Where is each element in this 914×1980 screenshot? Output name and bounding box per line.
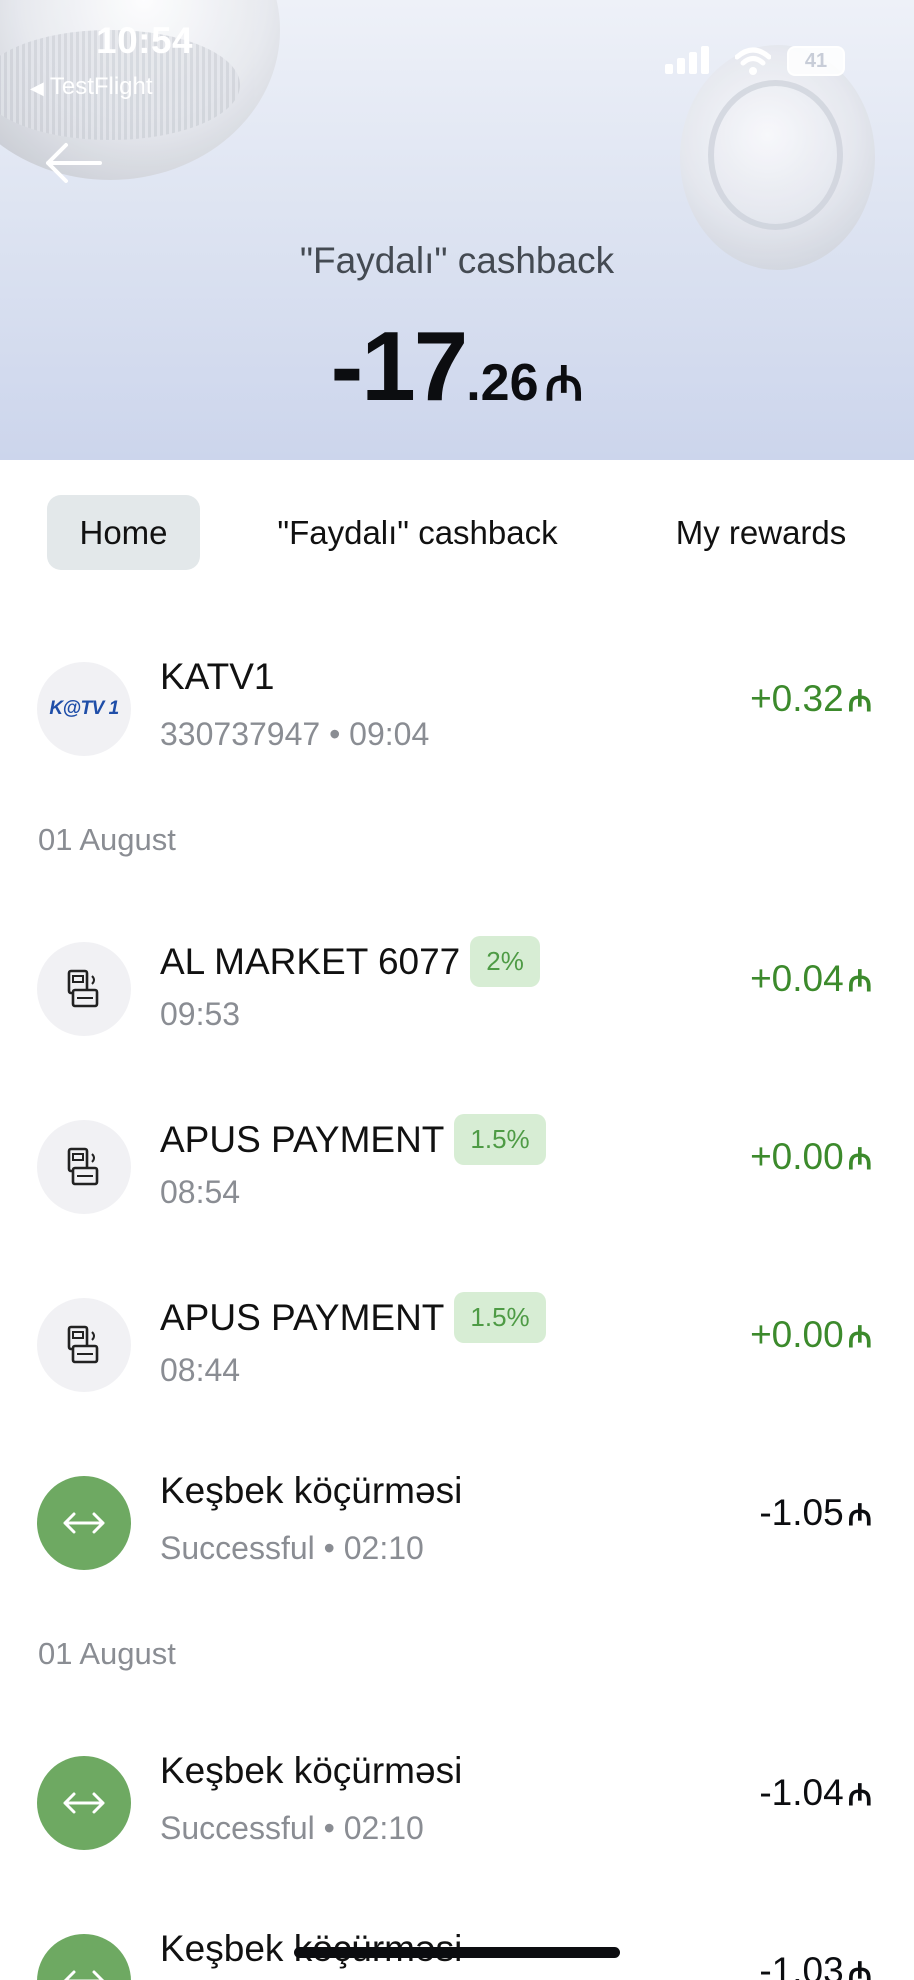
transaction-row[interactable]: K@TV 1 KATV1 330737947 • 09:04 +0.32 ₼	[0, 648, 914, 768]
pos-terminal-icon	[67, 1147, 99, 1186]
merchant-avatar	[37, 942, 131, 1036]
amount-value: +0.00	[750, 1136, 844, 1177]
merchant-avatar: K@TV 1	[37, 662, 131, 756]
date-label: 01 August	[38, 822, 176, 857]
coin-decoration-right	[680, 45, 875, 270]
transaction-title: APUS PAYMENT 1.5%	[160, 1292, 546, 1343]
transaction-title-text: APUS PAYMENT	[160, 1119, 445, 1160]
transaction-row[interactable]: Keşbek köçürməsi Successful • 02:10 -1.0…	[0, 1742, 914, 1862]
katv-logo: K@TV 1	[49, 698, 119, 719]
transaction-subtitle: Successful • 02:10	[160, 1810, 424, 1846]
transaction-subtitle: 330737947 • 09:04	[160, 716, 430, 752]
transaction-amount: +0.32 ₼	[750, 678, 872, 720]
transaction-subtitle: 08:44	[160, 1352, 241, 1388]
cashback-percent-badge: 1.5%	[454, 1292, 546, 1343]
cashback-balance: -17.26 ₼	[0, 310, 914, 423]
transaction-title-text: AL MARKET 6077	[160, 941, 461, 982]
manat-currency-icon: ₼	[847, 1499, 872, 1532]
transaction-row[interactable]: APUS PAYMENT 1.5% 08:44 +0.00 ₼	[0, 1284, 914, 1404]
amount-value: +0.04	[750, 958, 844, 999]
balance-decimal: .26	[466, 354, 539, 412]
manat-currency-icon: ₼	[847, 1321, 872, 1354]
amount-value: +0.32	[750, 678, 844, 719]
pos-terminal-icon	[67, 969, 99, 1008]
transaction-title-text: APUS PAYMENT	[160, 1297, 445, 1338]
transaction-row[interactable]: Keşbek köçürməsi Successful • 02:10 -1.0…	[0, 1462, 914, 1582]
manat-currency-icon: ₼	[847, 1779, 872, 1812]
cellular-signal-icon	[665, 44, 715, 78]
page-title: "Faydalı" cashback	[299, 240, 615, 281]
balance-integer: -17	[330, 311, 469, 421]
tab-bar: Home "Faydalı" cashback My rewards	[0, 495, 914, 570]
status-back-to-app[interactable]: ◀ TestFlight	[30, 73, 153, 101]
manat-currency-icon: ₼	[847, 1957, 872, 1980]
cashback-percent-badge: 1.5%	[454, 1114, 546, 1165]
transfer-avatar	[37, 1934, 131, 1980]
transfer-avatar	[37, 1476, 131, 1570]
transaction-row[interactable]: AL MARKET 6077 2% 09:53 +0.04 ₼	[0, 928, 914, 1048]
amount-value: -1.04	[759, 1772, 844, 1813]
transaction-subtitle: Successful • 02:10	[160, 1530, 424, 1566]
transaction-amount: +0.04 ₼	[750, 958, 872, 1000]
transaction-amount: +0.00 ₼	[750, 1314, 872, 1356]
transaction-title: Keşbek köçürməsi	[160, 1470, 463, 1511]
transaction-amount: -1.05 ₼	[759, 1492, 872, 1534]
back-triangle-icon: ◀	[30, 78, 44, 98]
status-time: 10:54	[96, 20, 194, 61]
transfer-arrows-icon	[63, 1512, 105, 1534]
manat-currency-icon: ₼	[847, 685, 872, 718]
manat-currency-icon: ₼	[544, 358, 584, 411]
date-label: 01 August	[38, 1636, 176, 1671]
merchant-avatar	[37, 1120, 131, 1214]
amount-value: -1.05	[759, 1492, 844, 1533]
transfer-avatar	[37, 1756, 131, 1850]
status-back-app-label: TestFlight	[49, 73, 153, 100]
transaction-title: Keşbek köçürməsi	[160, 1750, 463, 1791]
manat-currency-icon: ₼	[847, 965, 872, 998]
transfer-arrows-icon	[63, 1970, 105, 1980]
amount-value: +0.00	[750, 1314, 844, 1355]
back-arrow-icon[interactable]	[42, 140, 104, 186]
tab-home[interactable]: Home	[47, 495, 200, 570]
transaction-amount: +0.00 ₼	[750, 1136, 872, 1178]
pos-terminal-icon	[67, 1325, 99, 1364]
manat-currency-icon: ₼	[847, 1143, 872, 1176]
transaction-amount: -1.04 ₼	[759, 1772, 872, 1814]
home-indicator[interactable]	[294, 1947, 620, 1958]
transaction-subtitle: 08:54	[160, 1174, 241, 1210]
transaction-title: APUS PAYMENT 1.5%	[160, 1114, 546, 1165]
transaction-title: KATV1	[160, 656, 275, 697]
battery-icon: 41	[787, 46, 845, 76]
amount-value: -1.03	[759, 1950, 844, 1980]
tab-my-rewards[interactable]: My rewards	[650, 495, 872, 570]
cashback-header: 10:54 ◀ TestFlight 41 "Faydalı" cashback …	[0, 0, 914, 460]
cashback-percent-badge: 2%	[470, 936, 540, 987]
transaction-subtitle: 09:53	[160, 996, 241, 1032]
tab-faydali-cashback[interactable]: "Faydalı" cashback	[255, 495, 580, 570]
merchant-avatar	[37, 1298, 131, 1392]
transfer-arrows-icon	[63, 1792, 105, 1814]
transaction-title: AL MARKET 6077 2%	[160, 936, 540, 987]
transaction-row[interactable]: APUS PAYMENT 1.5% 08:54 +0.00 ₼	[0, 1106, 914, 1226]
transaction-amount: -1.03 ₼	[759, 1950, 872, 1980]
wifi-icon	[735, 47, 771, 75]
